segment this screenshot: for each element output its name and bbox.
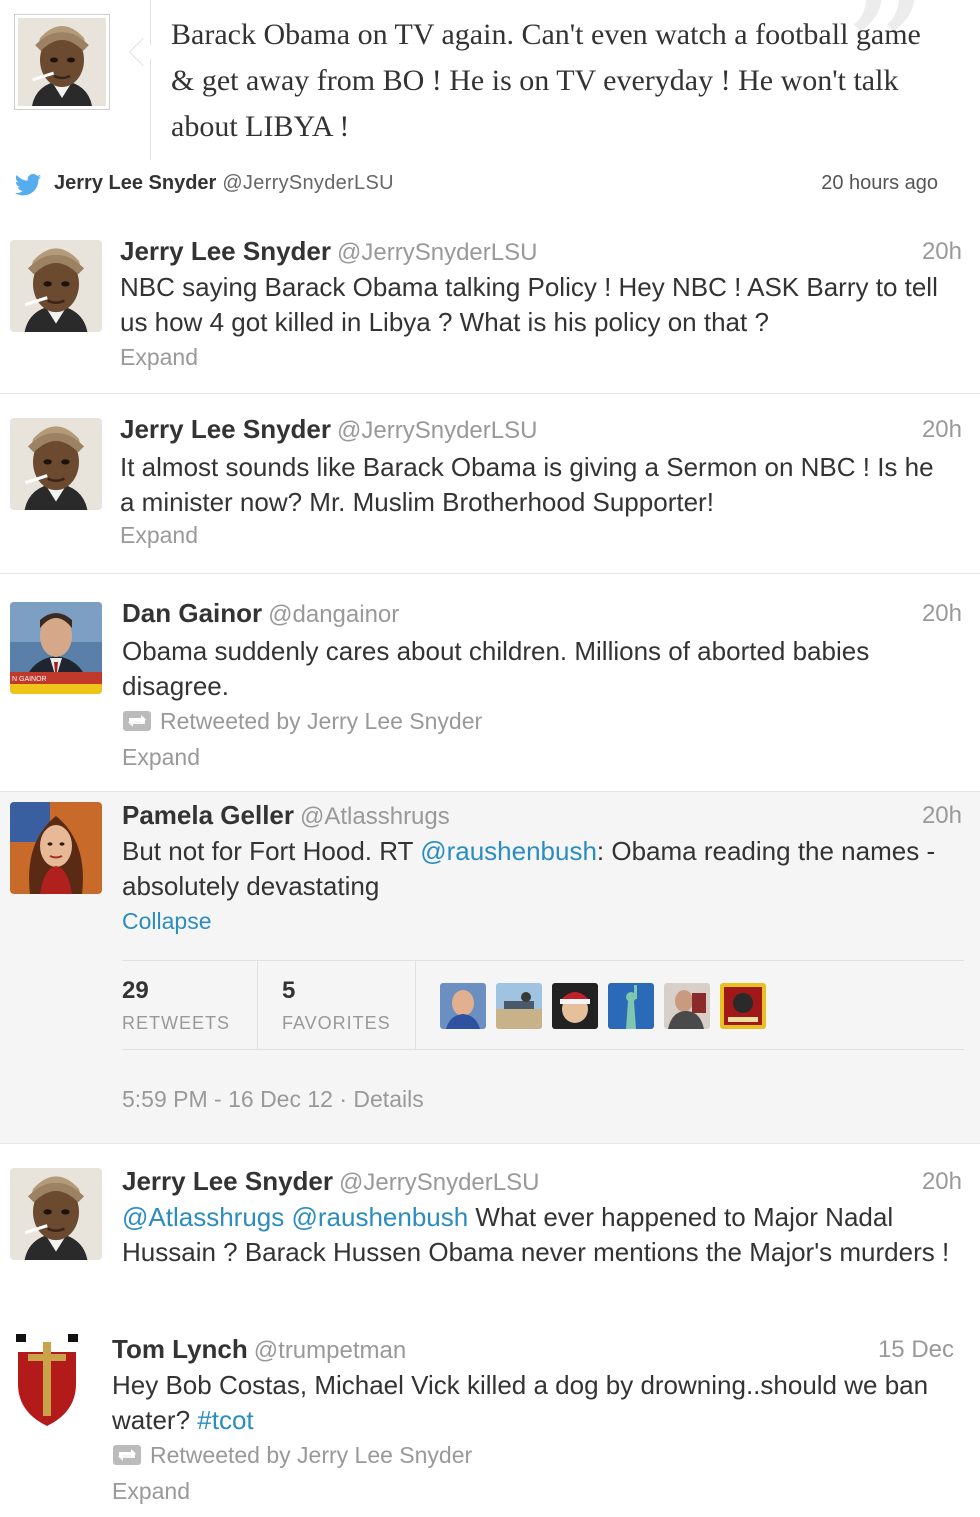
shield-cross-avatar-icon [16,1334,78,1426]
person-avatar-icon [664,983,710,1029]
expand-link[interactable]: Expand [120,522,198,549]
tweet-text: But not for Fort Hood. RT @raushenbush: … [122,834,972,904]
retweets-count: 29 [122,977,149,1004]
tweet-timestamp[interactable]: 5:59 PM - 16 Dec 12 [122,1086,333,1112]
tweet-header[interactable]: Jerry Lee Snyder @JerrySnyderLSU [122,1166,539,1198]
tweet-meta: 5:59 PM - 16 Dec 12 · Details [122,1086,424,1112]
tweet-text: @Atlasshrugs @raushenbush What ever happ… [122,1200,952,1270]
obama-caricature-avatar-icon [10,418,102,510]
avatar[interactable] [10,240,102,332]
author-name: Jerry Lee Snyder [120,236,332,266]
embed-tweet-text: Barack Obama on TV again. Can't even wat… [171,18,921,143]
hashtag-link[interactable]: #tcot [197,1405,253,1435]
mention-link[interactable]: @raushenbush [420,836,597,866]
retweeted-by[interactable]: Retweeted by Jerry Lee Snyder [122,708,482,735]
embed-footer: Jerry Lee Snyder @JerrySnyderLSU 20 hours… [14,170,944,198]
expand-link[interactable]: Expand [112,1478,190,1505]
woman-portrait-avatar-icon [10,802,102,894]
embed-author-name: Jerry Lee Snyder [54,172,217,194]
retweet-icon [113,1445,141,1465]
lower-third-text: N GAINOR [12,676,47,683]
santa-hat-avatar-icon [552,983,598,1029]
author-handle: @JerrySnyderLSU [337,417,538,444]
avatar[interactable]: N GAINOR [10,602,102,694]
favorites-stat[interactable]: 5 FAVORITES [258,961,416,1049]
retweeted-by-text: Retweeted by Jerry Lee Snyder [150,1442,473,1468]
retweeter-avatar[interactable] [720,983,766,1029]
tweet-header[interactable]: Jerry Lee Snyder @JerrySnyderLSU [120,414,537,446]
tweet-item[interactable]: Jerry Lee Snyder @JerrySnyderLSU 20h It a… [0,394,980,574]
man-avatar-icon [440,983,486,1029]
author-name: Dan Gainor [122,598,263,628]
retweeter-avatar[interactable] [440,983,486,1029]
badge-avatar-icon [720,983,766,1029]
tweet-item[interactable]: Jerry Lee Snyder @JerrySnyderLSU 20h NBC … [0,214,980,394]
mention-link[interactable]: @raushenbush [291,1202,468,1232]
embed-avatar[interactable] [14,14,110,110]
retweets-stat[interactable]: 29 RETWEETS [122,961,258,1049]
mention-link[interactable]: @Atlasshrugs [122,1202,284,1232]
retweet-icon [123,711,151,731]
retweeter-avatar[interactable] [608,983,654,1029]
beach-avatar-icon [496,983,542,1029]
retweeter-avatar[interactable] [552,983,598,1029]
details-link[interactable]: Details [353,1086,423,1112]
embedded-tweet-card: ” Barack Obama on TV again. Can't even w… [0,0,980,214]
retweeter-avatar[interactable] [664,983,710,1029]
tweet-text: NBC saying Barack Obama talking Policy !… [120,272,938,337]
statue-of-liberty-avatar-icon [608,983,654,1029]
avatar[interactable] [14,1332,80,1428]
embed-author-handle: @JerrySnyderLSU [222,172,394,194]
quote-bubble-border [150,0,151,160]
author-handle: @Atlasshrugs [300,803,450,830]
twitter-bird-icon [14,174,42,196]
avatar[interactable] [10,1168,102,1260]
tweet-header[interactable]: Pamela Geller @Atlasshrugs [122,800,450,832]
author-name: Pamela Geller [122,800,294,830]
tweet-time[interactable]: 20h [922,416,962,444]
tweet-stats: 29 RETWEETS 5 FAVORITES [122,960,964,1050]
tweet-item[interactable]: N GAINOR Dan Gainor @dangainor 20h Obama … [0,574,980,792]
obama-caricature-avatar-icon [18,18,106,106]
tweet-time[interactable]: 20h [922,600,962,628]
author-handle: @trumpetman [253,1337,407,1364]
favorites-label: FAVORITES [282,1013,391,1033]
embed-time-ago[interactable]: 20 hours ago [821,172,938,195]
tweet-text: It almost sounds like Barack Obama is gi… [120,452,934,517]
author-name: Tom Lynch [112,1334,248,1364]
tweet-text: Obama suddenly cares about children. Mil… [122,636,870,701]
retweeter-avatar[interactable] [496,983,542,1029]
author-handle: @JerrySnyderLSU [337,239,538,266]
tweet-time[interactable]: 20h [922,1168,962,1196]
tweet-text: Hey Bob Costas, Michael Vick killed a do… [112,1368,942,1438]
expand-link[interactable]: Expand [122,744,200,771]
expand-link[interactable]: Expand [120,344,198,371]
avatar[interactable] [10,802,102,894]
author-handle: @JerrySnyderLSU [339,1169,540,1196]
avatar[interactable] [10,418,102,510]
retweets-label: RETWEETS [122,1013,231,1033]
favorites-count: 5 [282,977,296,1004]
tweet-text-part: But not for Fort Hood. RT [122,836,421,866]
author-name: Jerry Lee Snyder [120,414,332,444]
author-handle: @dangainor [268,601,400,628]
tweet-item-expanded[interactable]: Pamela Geller @Atlasshrugs 20h But not fo… [0,792,980,1144]
embed-author[interactable]: Jerry Lee Snyder @JerrySnyderLSU [54,172,394,195]
tweet-header[interactable]: Dan Gainor @dangainor [122,598,399,630]
author-name: Jerry Lee Snyder [122,1166,334,1196]
tweet-header[interactable]: Tom Lynch @trumpetman [112,1334,406,1366]
obama-caricature-avatar-icon [10,1168,102,1260]
retweeted-by-text: Retweeted by Jerry Lee Snyder [160,708,483,734]
tweet-time[interactable]: 15 Dec [878,1336,954,1364]
retweeted-by[interactable]: Retweeted by Jerry Lee Snyder [112,1442,472,1469]
tv-pundit-avatar-icon: N GAINOR [10,602,102,694]
quote-bubble-tip [128,37,158,67]
tweet-time[interactable]: 20h [922,802,962,830]
tweet-item[interactable]: Jerry Lee Snyder @JerrySnyderLSU 20h @Atl… [0,1144,980,1320]
tweet-header[interactable]: Jerry Lee Snyder @JerrySnyderLSU [120,236,537,268]
collapse-link[interactable]: Collapse [122,908,212,935]
tweet-item[interactable]: Tom Lynch @trumpetman 15 Dec Hey Bob Cost… [0,1320,980,1517]
tweet-time[interactable]: 20h [922,238,962,266]
obama-caricature-avatar-icon [10,240,102,332]
